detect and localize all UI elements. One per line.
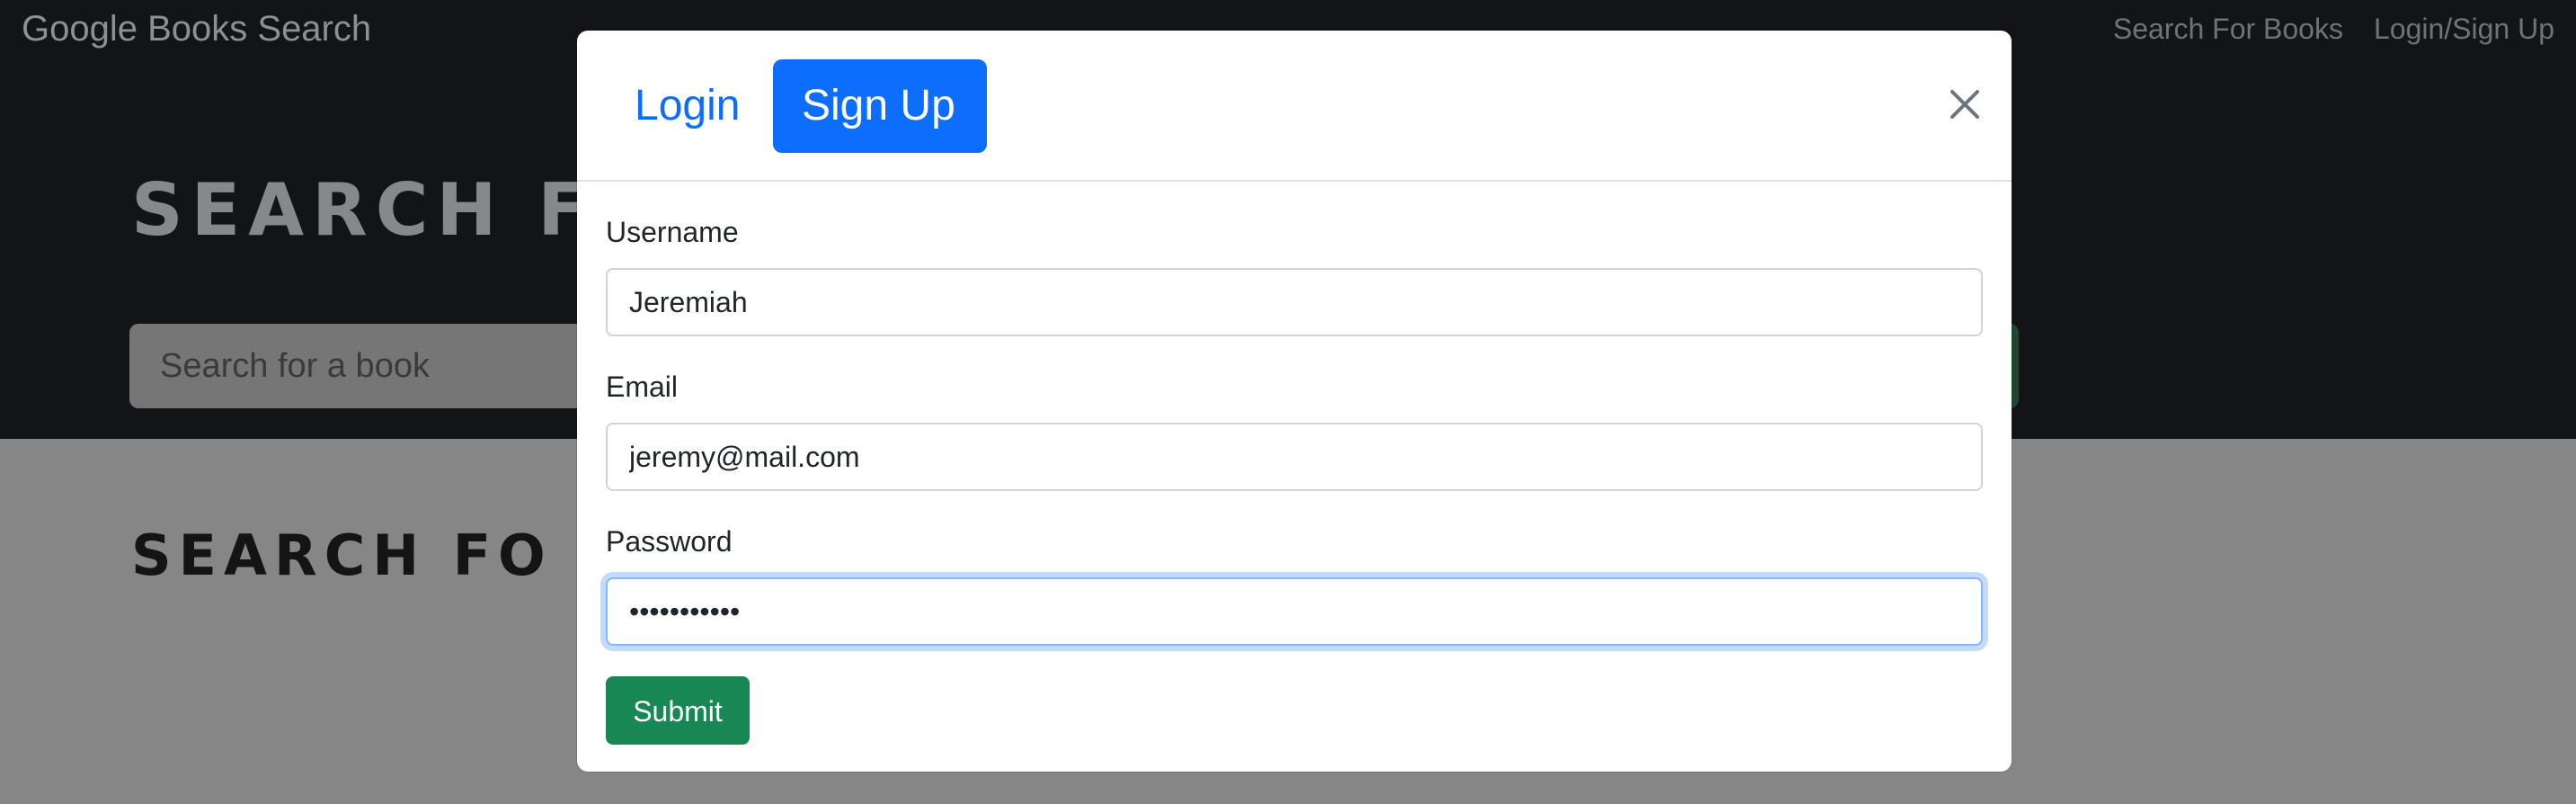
close-icon xyxy=(1950,90,1979,119)
page: Google Books Search Search For Books Log… xyxy=(0,0,2576,804)
auth-modal: Login Sign Up Username Email Password Su… xyxy=(577,31,2012,772)
email-field[interactable] xyxy=(606,423,1983,491)
close-button[interactable] xyxy=(1943,83,1986,126)
password-label: Password xyxy=(606,525,733,558)
email-label: Email xyxy=(606,371,679,403)
username-label: Username xyxy=(606,216,739,248)
submit-button[interactable]: Submit xyxy=(606,676,750,745)
password-field[interactable] xyxy=(606,577,1983,646)
modal-header: Login Sign Up xyxy=(577,31,2012,182)
tab-login[interactable]: Login xyxy=(606,59,768,153)
tab-signup[interactable]: Sign Up xyxy=(773,59,987,153)
username-field[interactable] xyxy=(606,268,1983,336)
